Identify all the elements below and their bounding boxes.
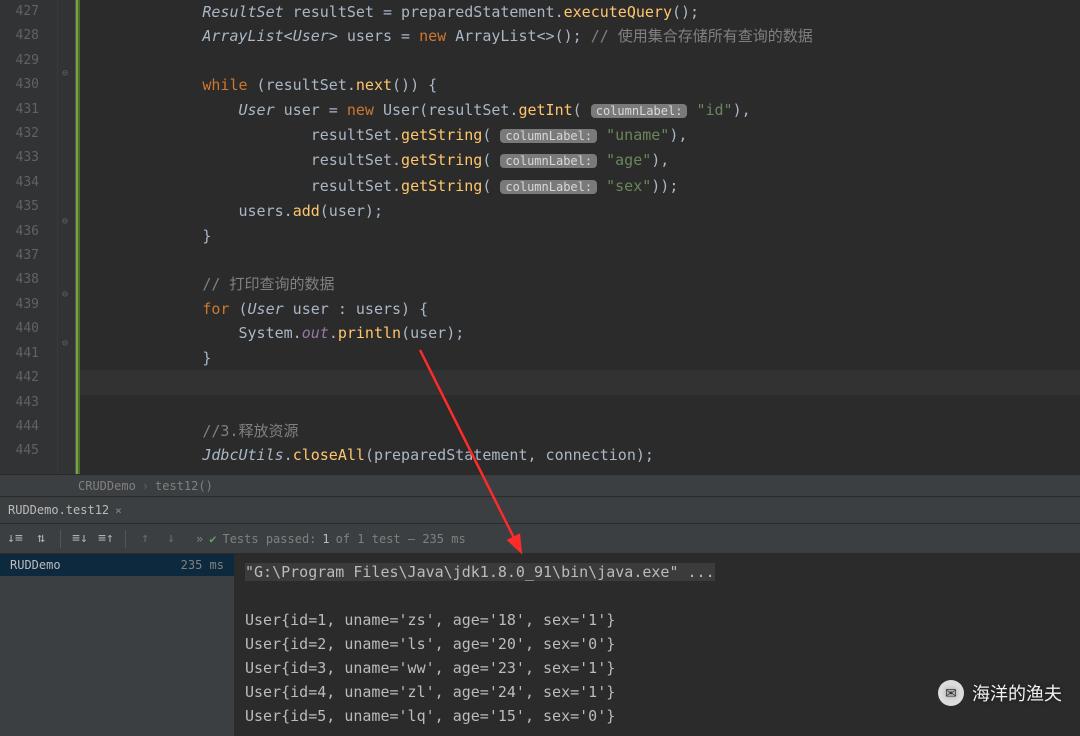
test-status: » ✔ Tests passed: 1 of 1 test – 235 ms [196, 532, 466, 546]
editor-area: 4274284294304314324334344354364374384394… [0, 0, 1080, 474]
code-editor[interactable]: ResultSet resultSet = preparedStatement.… [80, 0, 1080, 474]
expand-all-icon[interactable]: ≡↓ [69, 528, 91, 550]
test-panel: RUDDemo 235 ms "G:\Program Files\Java\jd… [0, 554, 1080, 736]
wechat-icon: ✉ [938, 680, 964, 706]
run-tab[interactable]: RUDDemo.test12 × [0, 499, 130, 521]
line-number-gutter[interactable]: 4274284294304314324334344354364374384394… [0, 0, 58, 474]
close-icon[interactable]: × [115, 504, 122, 517]
branding-watermark: ✉ 海洋的渔夫 [938, 680, 1062, 706]
run-tab-bar: RUDDemo.test12 × [0, 496, 1080, 524]
filter-icon[interactable]: ⇅ [30, 528, 52, 550]
test-toolbar: ↓≡ ⇅ ≡↓ ≡↑ ↑ ↓ » ✔ Tests passed: 1 of 1 … [0, 524, 1080, 554]
breadcrumb-method[interactable]: test12() [155, 479, 213, 493]
breadcrumb-separator: › [142, 479, 149, 493]
test-tree[interactable]: RUDDemo 235 ms [0, 554, 235, 736]
expand-icon[interactable]: » [196, 532, 203, 546]
breadcrumb-class[interactable]: CRUDDemo [78, 479, 136, 493]
separator [125, 530, 126, 548]
breadcrumb[interactable]: CRUDDemo › test12() [0, 474, 1080, 496]
checkmark-icon: ✔ [209, 532, 216, 546]
tab-label: RUDDemo.test12 [8, 503, 109, 517]
separator [60, 530, 61, 548]
test-duration: 235 ms [181, 558, 224, 572]
prev-test-icon[interactable]: ↑ [134, 528, 156, 550]
sort-icon[interactable]: ↓≡ [4, 528, 26, 550]
fold-column[interactable]: ⊖ ⊖ ⊖ ⊖ [58, 0, 76, 474]
next-test-icon[interactable]: ↓ [160, 528, 182, 550]
test-name: RUDDemo [10, 558, 61, 572]
console-output[interactable]: "G:\Program Files\Java\jdk1.8.0_91\bin\j… [235, 554, 1080, 736]
test-tree-row[interactable]: RUDDemo 235 ms [0, 554, 234, 576]
collapse-all-icon[interactable]: ≡↑ [95, 528, 117, 550]
